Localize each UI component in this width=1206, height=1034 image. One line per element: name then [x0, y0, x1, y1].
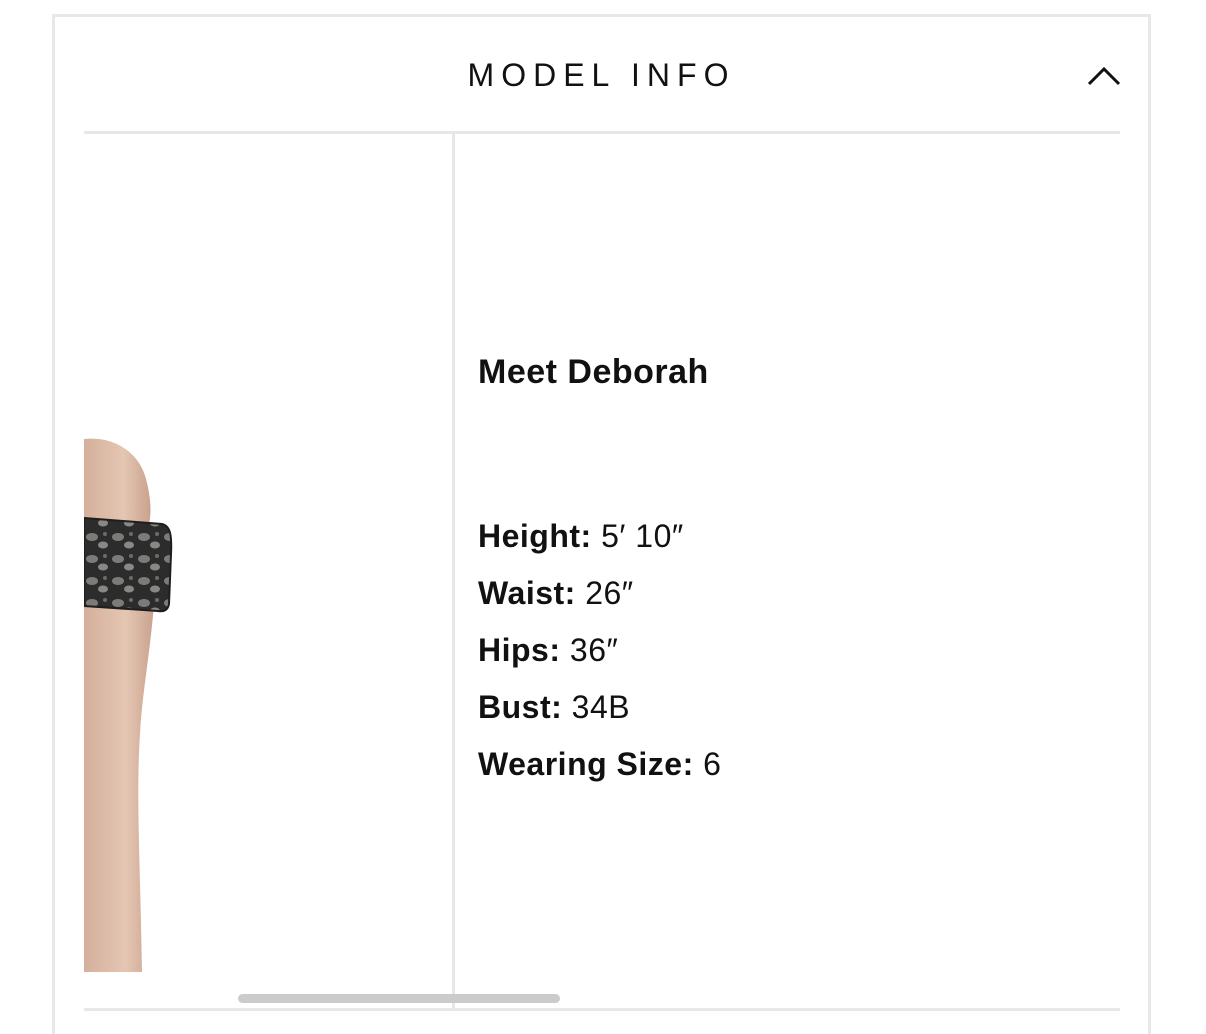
model-stats-list: Height: 5′ 10″ Waist: 26″ Hips: 36″ Bust…	[478, 508, 721, 793]
stat-label: Hips:	[478, 632, 561, 668]
column-divider	[452, 134, 455, 1009]
model-name-heading: Meet Deborah	[478, 353, 709, 391]
model-photo	[84, 134, 452, 972]
model-info-panel: MODEL INFO Meet Deborah Height: 5′ 10″ W…	[52, 14, 1151, 1034]
stat-value: 34B	[571, 689, 631, 725]
stat-label: Height:	[478, 518, 592, 554]
horizontal-scrollbar[interactable]	[238, 994, 560, 1003]
footer-divider	[84, 1008, 1120, 1011]
section-title: MODEL INFO	[467, 57, 736, 93]
stat-hips: Hips: 36″	[478, 622, 721, 679]
stat-bust: Bust: 34B	[478, 679, 721, 736]
chevron-up-icon[interactable]	[1086, 63, 1122, 87]
stat-label: Wearing Size:	[478, 746, 694, 782]
accordion-header[interactable]: MODEL INFO	[55, 17, 1148, 133]
stat-height: Height: 5′ 10″	[478, 508, 721, 565]
stat-value: 6	[703, 746, 722, 782]
stat-value: 36″	[569, 632, 619, 668]
model-arm-image	[84, 438, 173, 972]
stat-waist: Waist: 26″	[478, 565, 721, 622]
stat-label: Bust:	[478, 689, 563, 725]
stat-value: 5′ 10″	[601, 518, 684, 554]
model-details: Meet Deborah Height: 5′ 10″ Waist: 26″ H…	[478, 353, 721, 793]
stat-label: Waist:	[478, 575, 576, 611]
stat-wearing-size: Wearing Size: 6	[478, 736, 721, 793]
stat-value: 26″	[585, 575, 634, 611]
